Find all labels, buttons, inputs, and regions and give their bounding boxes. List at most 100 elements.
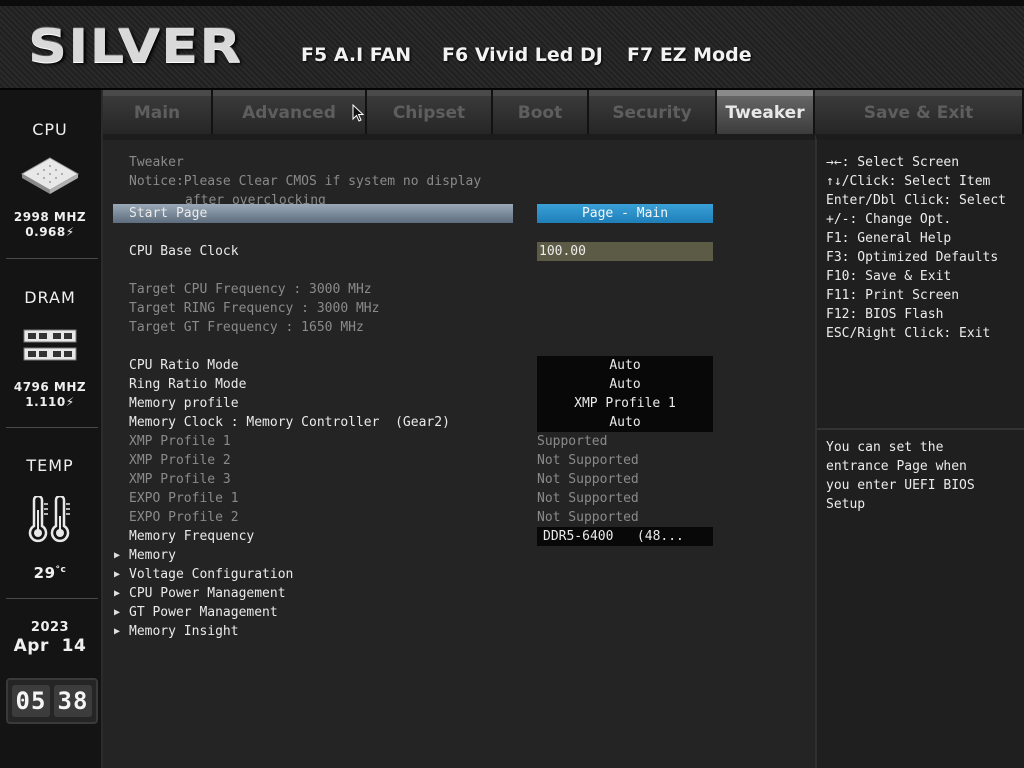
help-key-line: →←: Select Screen — [826, 155, 960, 170]
profile-label: EXPO Profile 2 — [129, 510, 239, 525]
setting-label: Memory Frequency — [129, 529, 255, 544]
brand-logo: SILVER — [28, 19, 243, 73]
profile-status: Not Supported — [537, 491, 639, 506]
help-key-line: F12: BIOS Flash — [826, 307, 944, 322]
sidebar-divider — [6, 258, 98, 259]
help-panel: →←: Select Screen ↑↓/Click: Select Item … — [815, 134, 1024, 768]
target-gt-frequency: Target GT Frequency : 1650 MHz — [129, 320, 364, 335]
help-description-line: Setup — [826, 497, 866, 512]
date-year: 2023 — [30, 620, 70, 635]
help-key-line: +/-: Change Opt. — [826, 212, 952, 227]
clock-hours: 05 — [12, 685, 50, 717]
profile-status: Not Supported — [537, 510, 639, 525]
sidebar-divider — [6, 427, 98, 428]
cpu-ratio-mode-select[interactable]: Auto — [537, 356, 713, 375]
notice-text: Notice:Please Clear CMOS if system no di… — [129, 174, 482, 189]
help-description-line: You can set the — [826, 440, 944, 455]
profile-label: XMP Profile 2 — [129, 453, 231, 468]
profile-label: EXPO Profile 1 — [129, 491, 239, 506]
help-description-line: you enter UEFI BIOS — [826, 478, 975, 493]
header-top-strip — [0, 0, 1024, 6]
submenu-gt-power-management[interactable]: ▶ GT Power Management — [103, 603, 815, 622]
cpu-ratio-mode-row[interactable]: CPU Ratio Mode Auto — [103, 356, 815, 375]
submenu-voltage-configuration[interactable]: ▶ Voltage Configuration — [103, 565, 815, 584]
triangle-right-icon: ▶ — [114, 626, 121, 637]
profile-label: XMP Profile 3 — [129, 472, 231, 487]
celsius-icon: °c — [55, 565, 67, 575]
profile-label: XMP Profile 1 — [129, 434, 231, 449]
dram-module-icon — [23, 329, 77, 361]
tab-chipset[interactable]: Chipset — [367, 90, 493, 134]
tab-save-exit[interactable]: Save & Exit — [815, 90, 1024, 134]
tab-security[interactable]: Security — [589, 90, 717, 134]
memory-profile-select[interactable]: XMP Profile 1 — [537, 394, 713, 413]
setting-label: Ring Ratio Mode — [129, 377, 247, 392]
tab-advanced[interactable]: Advanced — [213, 90, 367, 134]
cpu-title: CPU — [32, 120, 68, 139]
triangle-right-icon: ▶ — [114, 607, 121, 618]
submenu-cpu-power-management[interactable]: ▶ CPU Power Management — [103, 584, 815, 603]
start-page-label: Start Page — [129, 206, 208, 221]
help-key-line: F11: Print Screen — [826, 288, 960, 303]
memory-clock-controller-row[interactable]: Memory Clock : Memory Controller (Gear2)… — [103, 413, 815, 432]
date-month-day: Apr 14 — [13, 636, 87, 656]
submenu-label: Voltage Configuration — [129, 567, 294, 582]
help-key-line: ESC/Right Click: Exit — [826, 326, 991, 341]
ez-mode-hotkey[interactable]: F7 EZ Mode — [627, 44, 752, 66]
tab-tweaker[interactable]: Tweaker — [717, 90, 815, 134]
ring-ratio-mode-row[interactable]: Ring Ratio Mode Auto — [103, 375, 815, 394]
help-description-line: entrance Page when — [826, 459, 967, 474]
thermometer-icon — [28, 496, 70, 543]
digital-clock: 05 38 — [6, 678, 98, 724]
cpu-chip-icon — [20, 157, 80, 194]
tweaker-settings-panel: Tweaker Notice:Please Clear CMOS if syst… — [103, 134, 815, 768]
ring-ratio-mode-select[interactable]: Auto — [537, 375, 713, 394]
triangle-right-icon: ▶ — [114, 569, 121, 580]
dram-frequency: 4796 MHZ — [13, 380, 87, 394]
section-title: Tweaker — [129, 155, 184, 170]
profile-status: Supported — [537, 434, 608, 449]
dram-title: DRAM — [24, 288, 76, 307]
target-ring-frequency: Target RING Frequency : 3000 MHz — [129, 301, 380, 316]
setting-label: Memory profile — [129, 396, 239, 411]
memory-clock-controller-select[interactable]: Auto — [537, 413, 713, 432]
ai-fan-hotkey[interactable]: F5 A.I FAN — [301, 44, 411, 66]
submenu-label: CPU Power Management — [129, 586, 286, 601]
submenu-label: Memory — [129, 548, 176, 563]
memory-profile-row[interactable]: Memory profile XMP Profile 1 — [103, 394, 815, 413]
menu-tab-bar: Main Advanced Chipset Boot Security Twea… — [103, 90, 1024, 134]
sidebar-divider — [6, 598, 98, 599]
submenu-label: GT Power Management — [129, 605, 278, 620]
temp-title: TEMP — [26, 456, 74, 475]
cpu-voltage: 0.968⚡ — [25, 225, 75, 239]
memory-frequency-select[interactable]: DDR5-6400 (48... — [537, 527, 713, 546]
help-key-line: ↑↓/Click: Select Item — [826, 174, 991, 189]
cpu-base-clock-input[interactable]: 100.00 — [537, 242, 713, 261]
help-key-line: F3: Optimized Defaults — [826, 250, 999, 265]
setting-label: CPU Ratio Mode — [129, 358, 239, 373]
cpu-base-clock-label: CPU Base Clock — [129, 244, 239, 259]
start-page-value[interactable]: Page - Main — [537, 204, 713, 223]
memory-frequency-row[interactable]: Memory Frequency DDR5-6400 (48... — [103, 527, 815, 546]
vivid-led-dj-hotkey[interactable]: F6 Vivid Led DJ — [442, 44, 603, 66]
tab-boot[interactable]: Boot — [493, 90, 589, 134]
profile-status: Not Supported — [537, 453, 639, 468]
submenu-label: Memory Insight — [129, 624, 239, 639]
clock-minutes: 38 — [54, 685, 92, 717]
target-cpu-frequency: Target CPU Frequency : 3000 MHz — [129, 282, 372, 297]
bolt-icon: ⚡ — [65, 395, 75, 409]
dram-voltage: 1.110⚡ — [25, 395, 75, 409]
help-key-line: Enter/Dbl Click: Select — [826, 193, 1007, 208]
help-key-line: F1: General Help — [826, 231, 952, 246]
help-key-line: F10: Save & Exit — [826, 269, 952, 284]
submenu-memory-insight[interactable]: ▶ Memory Insight — [103, 622, 815, 641]
temperature-value: 29°c — [33, 564, 67, 582]
tab-main[interactable]: Main — [103, 90, 213, 134]
triangle-right-icon: ▶ — [114, 588, 121, 599]
setting-label: Memory Clock : Memory Controller (Gear2) — [129, 415, 450, 430]
cpu-frequency: 2998 MHZ — [13, 210, 87, 224]
mouse-pointer-icon — [352, 104, 364, 122]
submenu-memory[interactable]: ▶ Memory — [103, 546, 815, 565]
system-status-sidebar: CPU 2998 MHZ 0.968⚡ DRAM 4796 MHZ 1.110⚡… — [0, 90, 103, 768]
help-divider — [817, 428, 1024, 430]
